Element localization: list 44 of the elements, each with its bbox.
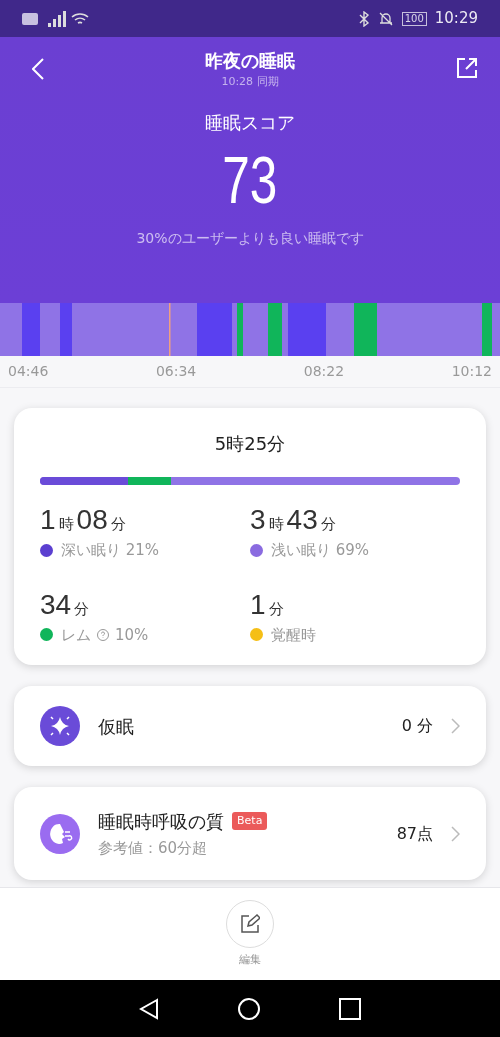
battery-level: 100 (401, 11, 427, 26)
card-value: 87点 (396, 822, 433, 845)
page-title: 昨夜の睡眠 (205, 49, 295, 73)
beta-badge: Beta (232, 812, 268, 831)
card-value: 0 分 (401, 715, 433, 737)
share-button[interactable] (456, 57, 478, 79)
stage-duration: 1 時08 分 (40, 503, 127, 537)
score-comparison: 30%のユーザーよりも良い睡眠です (136, 228, 364, 248)
card-subtitle: 参考値：60分超 (98, 837, 209, 859)
sleep-score: 73 (222, 141, 278, 219)
edit-icon (240, 914, 260, 934)
stage-label: 深い眠り 21% (61, 540, 160, 561)
chevron-right-icon (451, 825, 460, 842)
score-label: 睡眠スコア (205, 110, 295, 135)
breathing-face-icon (40, 813, 80, 854)
stage-duration: 3 時43 分 (250, 503, 337, 537)
total-sleep-time: 5時25分 (213, 432, 287, 456)
time-label: 06:34 (155, 362, 197, 381)
stage-duration: 34分 (40, 587, 91, 622)
stage-duration: 1 分 (250, 587, 285, 622)
stage-label: 浅い眠り 69% (271, 540, 370, 561)
edit-label: 編集 (239, 952, 261, 968)
stage-label: 覚醒時 (271, 624, 316, 646)
bell-off-icon (377, 10, 394, 27)
nap-card[interactable]: 仮眠 0 分 (14, 686, 486, 766)
status-time: 10:29 (434, 8, 478, 30)
sparkle-icon (40, 706, 80, 746)
time-label: 08:22 (303, 362, 345, 381)
breathing-quality-card[interactable]: 睡眠時呼吸の質 Beta 参考値：60分超 87点 (14, 787, 486, 880)
sync-time: 10:28 同期 (221, 74, 279, 90)
stage-percent: 10% (115, 624, 149, 646)
time-label: 04:46 (8, 362, 49, 381)
recents-nav-icon[interactable] (339, 997, 361, 1020)
hd-icon (22, 12, 38, 25)
stage-label: レム (61, 624, 91, 646)
home-nav-icon[interactable] (237, 996, 261, 1021)
chevron-right-icon (451, 718, 460, 734)
signal-icon (48, 10, 68, 27)
card-title: 睡眠時呼吸の質 (98, 809, 224, 834)
wifi-icon (71, 10, 89, 27)
back-nav-icon[interactable] (139, 997, 159, 1020)
bluetooth-icon (357, 10, 370, 27)
time-label: 10:12 (451, 362, 492, 381)
card-title: 仮眠 (98, 714, 134, 739)
